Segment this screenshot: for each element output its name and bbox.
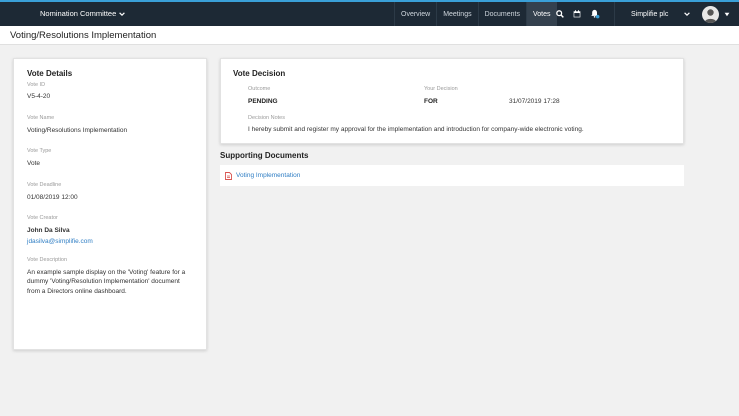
notification-bell-icon[interactable] [589,8,600,19]
nav-documents[interactable]: Documents [477,2,526,26]
pdf-file-icon [225,171,232,180]
vote-creator-email-link[interactable]: jdasilva@simplifie.com [27,238,193,245]
calendar-icon[interactable] [571,8,582,19]
vote-type-value: Vote [27,160,41,167]
outcome-label: Outcome [248,86,271,92]
your-decision-value: FOR [424,98,438,105]
chevron-down-icon[interactable] [724,12,730,17]
vote-name-value: Voting/Resolutions Implementation [27,126,128,134]
top-navbar: Nomination Committee Overview Meetings D… [0,0,739,26]
chevron-down-icon [119,11,126,16]
page-header: Voting/Resolutions Implementation [0,26,739,45]
page-title: Voting/Resolutions Implementation [10,30,157,41]
nav-meetings[interactable]: Meetings [436,2,477,26]
decision-notes-label: Decision Notes [248,115,285,121]
main-nav: Overview Meetings Documents Votes [394,2,557,26]
supporting-documents-title: Supporting Documents [220,151,309,160]
vote-creator-label: Vote Creator [27,215,58,221]
vote-creator-name: John Da Silva [27,227,70,234]
vote-decision-title: Vote Decision [233,69,286,78]
vote-name-label: Vote Name [27,114,55,121]
vote-id-value: V5-4-20 [27,93,51,100]
nav-overview[interactable]: Overview [394,2,436,26]
company-selector[interactable]: Simplifie plc [614,2,696,26]
committee-selector[interactable]: Nomination Committee [40,9,126,18]
vote-description-label: Vote Description [27,256,68,263]
vote-deadline-value: 01/08/2019 12:00 [27,193,78,201]
vote-details-card: Vote Details Vote ID V5-4-20 Vote Name V… [13,58,207,350]
search-icon[interactable] [554,8,565,19]
vote-deadline-label: Vote Deadline [27,181,62,188]
nav-votes[interactable]: Votes [526,2,557,26]
outcome-status-value: PENDING [248,98,278,105]
vote-decision-card: Vote Decision Outcome PENDING Your Decis… [220,58,684,144]
company-name: Simplifie plc [631,10,669,18]
decision-timestamp: 31/07/2019 17:28 [509,98,560,105]
your-decision-label: Your Decision [424,86,458,92]
supporting-documents-list: Voting Implementation [220,165,684,186]
vote-id-label: Vote ID [27,82,46,88]
vote-description-value: An example sample display on the 'Voting… [27,268,186,295]
document-link-voting-implementation[interactable]: Voting Implementation [236,172,300,179]
chevron-down-icon [684,12,690,17]
decision-notes-value: I hereby submit and register my approval… [248,126,584,133]
committee-name: Nomination Committee [40,9,117,18]
vote-details-title: Vote Details [27,69,73,78]
user-avatar[interactable] [702,6,719,23]
vote-type-label: Vote Type [27,148,52,154]
